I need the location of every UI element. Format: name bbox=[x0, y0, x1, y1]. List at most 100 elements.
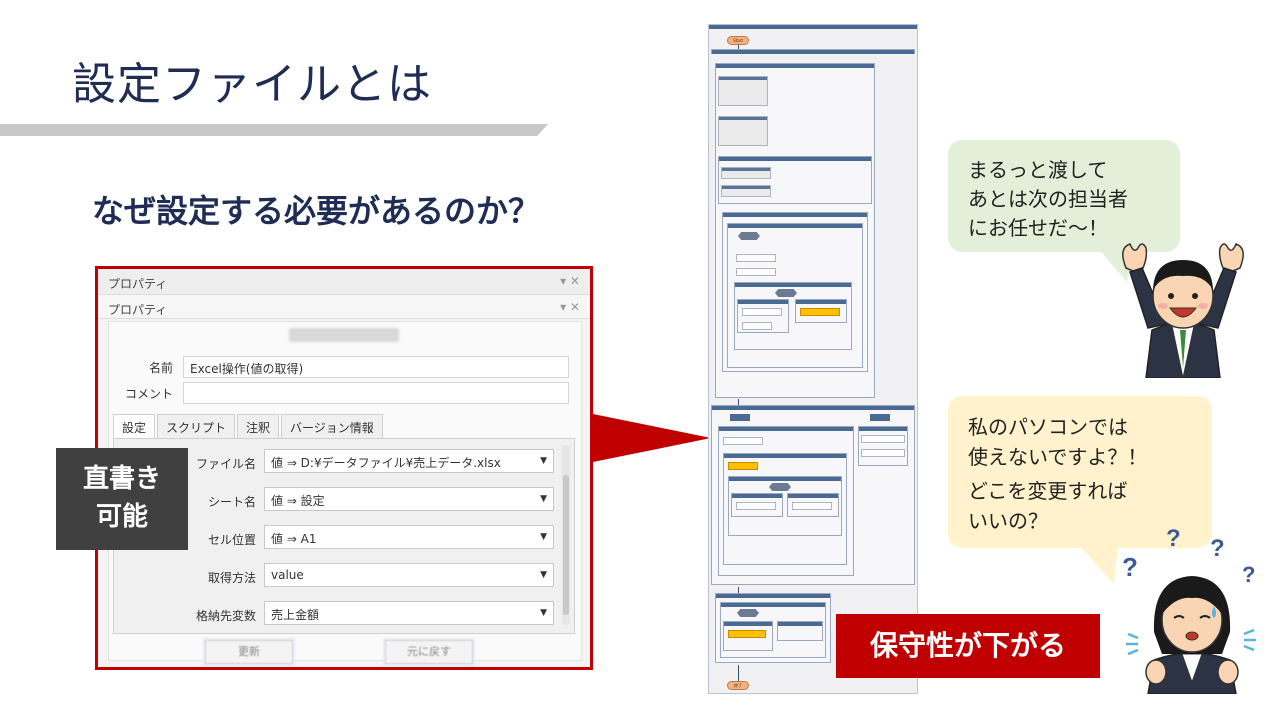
question-mark-icon: ? bbox=[1242, 562, 1255, 587]
happy-businessman-illustration bbox=[1122, 243, 1244, 378]
flow-mini-step bbox=[736, 254, 776, 262]
file-name-select[interactable]: 値 ⇒ D:¥データファイル¥売上データ.xlsx ▼ bbox=[264, 449, 554, 473]
flow-decision-node bbox=[737, 609, 759, 617]
flow-tag bbox=[870, 414, 890, 421]
comment-label: コメント bbox=[124, 387, 173, 401]
target-variable-value: 売上金額 bbox=[271, 608, 320, 622]
flow-mini-step bbox=[861, 449, 905, 457]
speech-bubble-handover: まるっと渡して あとは次の担当者 にお任せだ～！ bbox=[948, 140, 1180, 282]
dialog-tabs: 設定 スクリプト 注釈 バージョン情報 bbox=[113, 414, 383, 440]
dialog-inner-title: プロパティ bbox=[108, 303, 168, 317]
fetch-method-label: 取得方法 bbox=[207, 571, 256, 585]
flow-step bbox=[721, 167, 771, 179]
chevron-down-icon: ▼ bbox=[540, 608, 547, 618]
slide-title: 設定ファイルとは bbox=[72, 59, 432, 110]
update-button[interactable]: 更新 bbox=[205, 640, 293, 664]
flow-loop-block bbox=[722, 212, 868, 372]
flow-mini-step bbox=[723, 437, 763, 445]
cell-position-value: 値 ⇒ A1 bbox=[271, 532, 317, 546]
flow-catch-block bbox=[858, 426, 908, 466]
file-name-value: 値 ⇒ D:¥データファイル¥売上データ.xlsx bbox=[271, 456, 501, 470]
flow-highlight-step bbox=[728, 630, 766, 638]
flow-decision-node bbox=[769, 483, 791, 491]
question-mark-icon: ? bbox=[1210, 535, 1225, 562]
flow-branch-block bbox=[734, 282, 852, 350]
dialog-outer-titlebar: プロパティ ▾ ✕ bbox=[98, 269, 590, 295]
chevron-down-icon: ▼ bbox=[540, 570, 547, 580]
flow-final-block bbox=[715, 593, 831, 663]
fetch-method-select[interactable]: value ▼ bbox=[264, 563, 554, 587]
title-underline-bar bbox=[0, 124, 548, 136]
dialog-inner-titlebar: プロパティ ▾ ✕ bbox=[98, 295, 590, 319]
slide-subtitle: なぜ設定する必要があるのか？ bbox=[92, 192, 541, 230]
flow-start-node: Start bbox=[727, 36, 749, 45]
bubble-line: どこを変更すれば bbox=[968, 479, 1128, 503]
pin-close-icon[interactable]: ▾ ✕ bbox=[560, 274, 580, 288]
name-field[interactable]: Excel操作(値の取得) bbox=[183, 356, 569, 378]
flow-loop-inner bbox=[727, 223, 863, 368]
flow-decision-node bbox=[738, 232, 760, 240]
flow-final-inner bbox=[720, 602, 826, 658]
flow-sub-block bbox=[718, 156, 872, 204]
flow-tag bbox=[730, 414, 750, 421]
flow-highlight-step bbox=[728, 462, 758, 470]
chevron-down-icon: ▼ bbox=[540, 494, 547, 504]
sheet-name-value: 値 ⇒ 設定 bbox=[271, 494, 325, 508]
bubble-line: 使えないですよ？！ bbox=[968, 445, 1148, 469]
flow-mini-step bbox=[742, 308, 782, 316]
flow-end-node: 終了 bbox=[727, 681, 749, 690]
flow-try-branch bbox=[728, 476, 842, 536]
flow-try-sub bbox=[723, 453, 847, 565]
tab-annotation[interactable]: 注釈 bbox=[237, 414, 280, 440]
tab-version-info[interactable]: バージョン情報 bbox=[281, 414, 383, 440]
flow-highlight-step bbox=[800, 308, 840, 316]
flow-decision-node bbox=[775, 289, 797, 297]
flow-branch-right bbox=[787, 493, 839, 517]
scrollbar-thumb[interactable] bbox=[563, 475, 569, 615]
question-mark-icon: ? bbox=[1166, 525, 1181, 552]
badge-line-1: 直書き bbox=[82, 464, 161, 494]
flow-section-bar bbox=[711, 49, 915, 54]
fetch-method-value: value bbox=[271, 568, 304, 582]
flow-branch-left bbox=[737, 299, 789, 333]
bubble-line: 私のパソコンでは bbox=[968, 415, 1128, 439]
blurred-node-title bbox=[289, 328, 399, 342]
flow-mini-step bbox=[736, 268, 776, 276]
flow-connector bbox=[738, 665, 739, 681]
pin-close-icon[interactable]: ▾ ✕ bbox=[560, 300, 580, 314]
bubble-line: あとは次の担当者 bbox=[968, 187, 1128, 211]
pointer-arrow bbox=[593, 414, 711, 462]
chevron-down-icon: ▼ bbox=[540, 456, 547, 466]
maintainability-callout: 保守性が下がる bbox=[836, 614, 1100, 678]
target-variable-select[interactable]: 売上金額 ▼ bbox=[264, 601, 554, 625]
settings-scrollbar[interactable] bbox=[562, 445, 570, 625]
flow-mini-step bbox=[742, 322, 772, 330]
tab-settings[interactable]: 設定 bbox=[113, 414, 156, 440]
revert-button[interactable]: 元に戻す bbox=[385, 640, 473, 664]
confused-woman-illustration: ? ? ? ? bbox=[1122, 525, 1256, 694]
flow-step bbox=[721, 185, 771, 197]
workflow-diagram: Start 終了 bbox=[708, 24, 918, 694]
flow-branch-right bbox=[795, 299, 847, 323]
flow-branch-right bbox=[777, 621, 823, 641]
flow-try-block bbox=[711, 405, 915, 585]
bubble-line: まるっと渡して bbox=[968, 158, 1108, 182]
flow-step bbox=[718, 116, 768, 146]
cell-position-select[interactable]: 値 ⇒ A1 ▼ bbox=[264, 525, 554, 549]
tab-script[interactable]: スクリプト bbox=[157, 414, 236, 440]
badge-line-2: 可能 bbox=[95, 502, 148, 532]
cell-position-label: セル位置 bbox=[207, 533, 256, 547]
flow-mini-step bbox=[736, 502, 776, 510]
flow-header-bar bbox=[709, 25, 917, 29]
question-mark-icon: ? bbox=[1122, 552, 1138, 582]
name-label: 名前 bbox=[148, 361, 173, 375]
sheet-name-label: シート名 bbox=[207, 495, 256, 509]
flow-mini-step bbox=[792, 502, 832, 510]
flow-step bbox=[718, 76, 768, 106]
flow-mini-step bbox=[861, 435, 905, 443]
direct-write-badge: 直書き 可能 bbox=[56, 448, 188, 550]
flow-try-inner bbox=[718, 426, 854, 576]
comment-field[interactable] bbox=[183, 382, 569, 404]
file-name-label: ファイル名 bbox=[195, 457, 256, 471]
sheet-name-select[interactable]: 値 ⇒ 設定 ▼ bbox=[264, 487, 554, 511]
